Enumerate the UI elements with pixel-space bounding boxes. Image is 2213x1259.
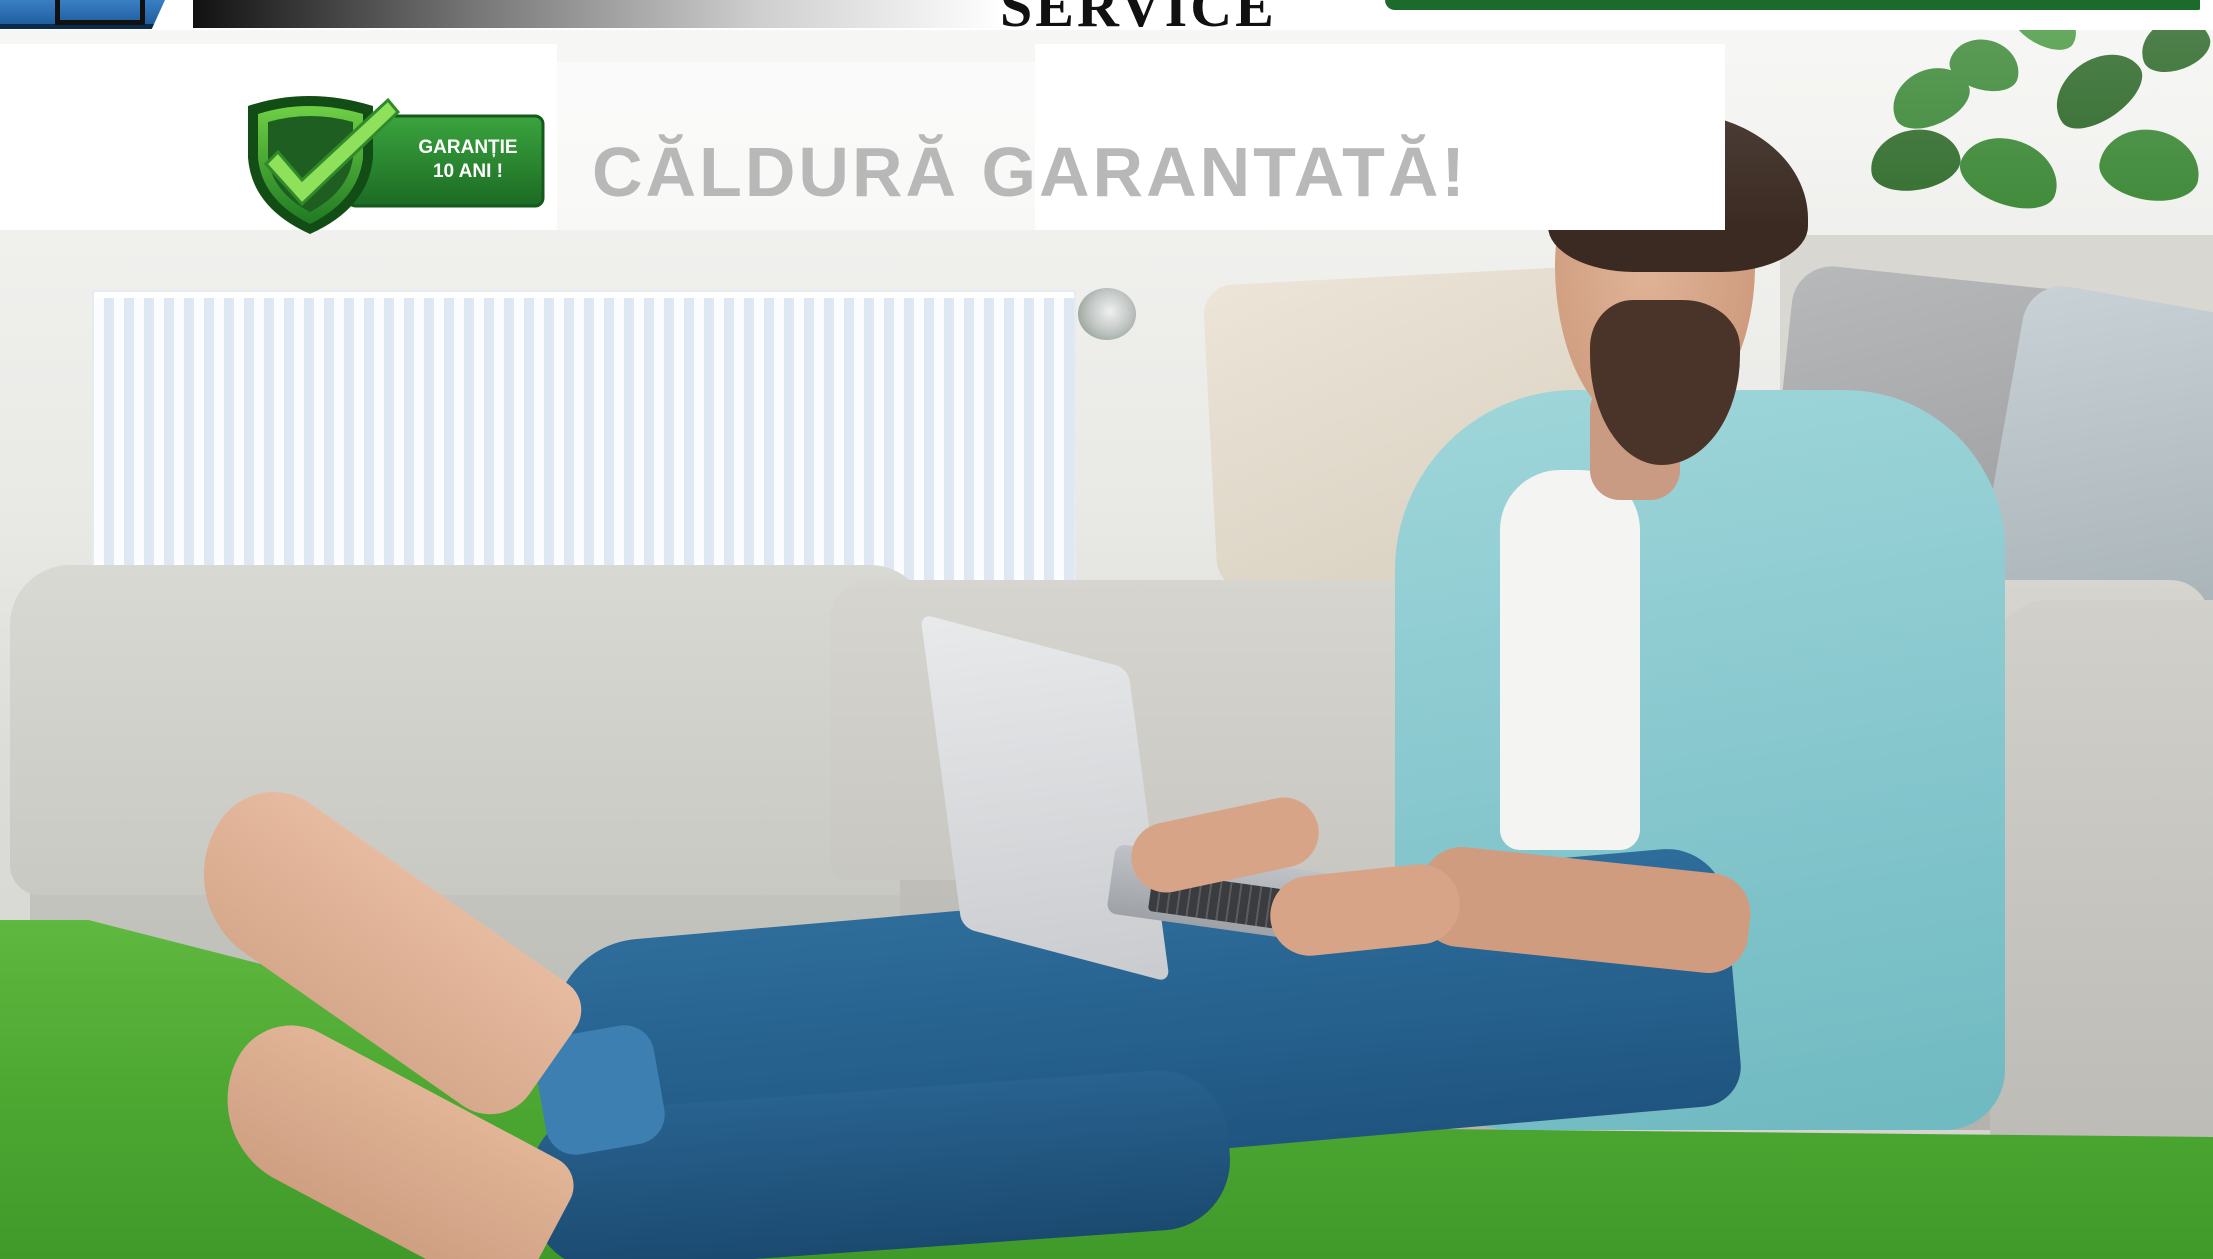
tshirt	[1500, 470, 1640, 850]
logo-icon	[0, 0, 165, 29]
badge-line-2: 10 ANI !	[432, 161, 504, 182]
ad-banner: SERVICE GARANȚIE 10 ANI ! CĂLDURĂ GARANT…	[0, 0, 2213, 1259]
headline: CĂLDURĂ GARANTATĂ!	[592, 133, 1468, 211]
service-label: SERVICE	[1000, 0, 1277, 39]
badge-text: GARANȚIE 10 ANI !	[398, 136, 538, 184]
badge-line-1: GARANȚIE	[418, 137, 518, 158]
gradient-bar	[193, 0, 1003, 28]
warranty-badge: GARANȚIE 10 ANI !	[238, 88, 548, 238]
green-bar	[1385, 0, 2200, 10]
